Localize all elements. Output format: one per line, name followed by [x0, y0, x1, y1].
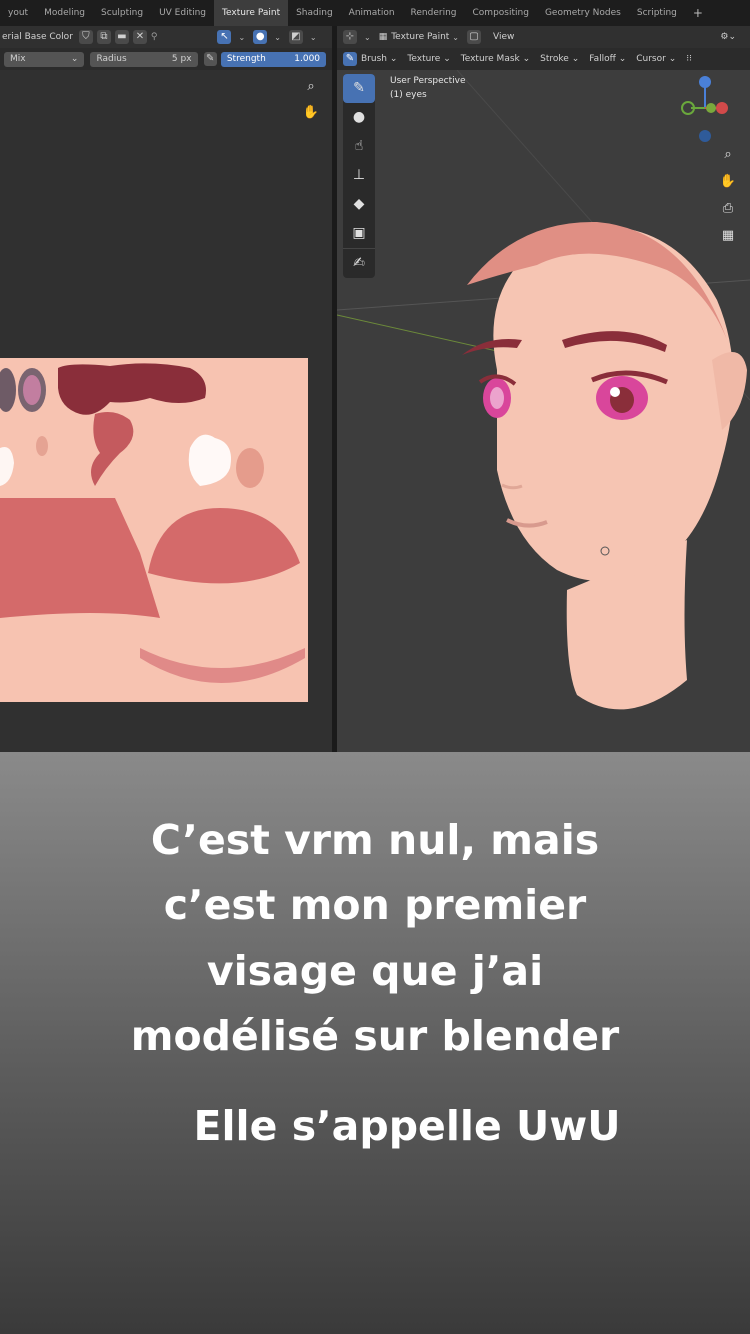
- material-slot-name[interactable]: erial Base Color: [0, 32, 73, 42]
- gizmo-toggle-icon[interactable]: ⚙⌄: [720, 32, 736, 42]
- view-menu[interactable]: View: [493, 32, 514, 42]
- strength-field[interactable]: Strength 1.000: [220, 51, 327, 67]
- image-editor-area[interactable]: ⌕ ✋: [0, 70, 332, 752]
- add-workspace-button[interactable]: +: [685, 0, 711, 26]
- caption-line-3: visage que j’ai: [206, 947, 544, 995]
- 3d-viewport[interactable]: ✎ ● ☝ ⊥ ◆ ▣ ✍ User Perspective (1) eyes …: [337, 70, 750, 752]
- tab-animation[interactable]: Animation: [341, 0, 403, 26]
- image-editor-header: erial Base Color ⛉ ⧉ ▬ ✕ ⚲ ↖ ⌄ ● ⌄ ◩ ⌄: [0, 26, 332, 48]
- chevron-down-icon[interactable]: ⌄: [238, 33, 245, 42]
- duplicate-icon[interactable]: ⧉: [96, 30, 111, 44]
- radius-value: 5 px: [171, 53, 192, 64]
- pin-icon[interactable]: ⚲: [151, 32, 158, 42]
- camera-icon[interactable]: ⎙: [717, 198, 739, 220]
- radius-label: Radius: [96, 53, 127, 64]
- magnifier-icon[interactable]: ⌕: [300, 76, 322, 98]
- chevron-down-icon[interactable]: ⌄: [310, 33, 317, 42]
- brush-icon[interactable]: ✎: [343, 52, 357, 66]
- mask-icon[interactable]: ◩: [288, 30, 303, 44]
- tab-rendering[interactable]: Rendering: [403, 0, 465, 26]
- grid-icon[interactable]: ▦: [717, 225, 739, 247]
- viewport-scene: [337, 70, 750, 710]
- texture-mask-menu[interactable]: Texture Mask ⌄: [461, 54, 530, 64]
- paint-mask-icon[interactable]: ▢: [467, 30, 481, 44]
- caption-line-1: C’est vrm nul, mais: [150, 816, 600, 864]
- close-icon[interactable]: ✕: [132, 30, 147, 44]
- shield-icon[interactable]: ⛉: [78, 30, 93, 44]
- viewport-header: ⊹ ⌄ ▦ Texture Paint ⌄ ▢ View ⚙⌄: [337, 26, 750, 48]
- tab-texture-paint[interactable]: Texture Paint: [214, 0, 289, 26]
- overlay-icon[interactable]: ●: [253, 30, 268, 44]
- chevron-down-icon[interactable]: ⌄: [274, 33, 281, 42]
- tab-modeling[interactable]: Modeling: [36, 0, 93, 26]
- chevron-down-icon[interactable]: ⌄: [364, 33, 371, 42]
- tool-shelf: ✎ ● ☝ ⊥ ◆ ▣ ✍: [343, 74, 375, 278]
- tab-shading[interactable]: Shading: [288, 0, 341, 26]
- falloff-menu[interactable]: Falloff ⌄: [589, 54, 626, 64]
- blender-screenshot: yout Modeling Sculpting UV Editing Textu…: [0, 0, 750, 752]
- stroke-menu[interactable]: Stroke ⌄: [540, 54, 579, 64]
- pressure-icon[interactable]: ✎: [203, 52, 217, 66]
- hand-icon[interactable]: ✋: [300, 102, 322, 124]
- mode-select[interactable]: Texture Paint: [391, 32, 449, 42]
- navigation-gizmo[interactable]: [667, 72, 737, 142]
- caption-line-2: c’est mon premier: [163, 881, 587, 929]
- editor-type-icon[interactable]: ⊹: [343, 30, 357, 44]
- smear-brush-icon[interactable]: ☝: [343, 132, 375, 161]
- tab-compositing[interactable]: Compositing: [465, 0, 537, 26]
- annotate-icon[interactable]: ✍: [343, 248, 375, 278]
- radius-field[interactable]: Radius 5 px: [90, 51, 198, 67]
- tab-geometry-nodes[interactable]: Geometry Nodes: [537, 0, 629, 26]
- blend-mode-value: Mix: [10, 53, 26, 64]
- brush-settings-row: Mix ⌄ Radius 5 px ✎ Strength 1.000: [0, 48, 332, 70]
- strength-value: 1.000: [294, 53, 321, 64]
- draw-brush-icon[interactable]: ✎: [343, 74, 375, 103]
- texture-image: [0, 358, 308, 702]
- soften-brush-icon[interactable]: ●: [343, 103, 375, 132]
- texture-menu[interactable]: Texture ⌄: [407, 54, 450, 64]
- mask-brush-icon[interactable]: ▣: [343, 219, 375, 248]
- tab-sculpting[interactable]: Sculpting: [93, 0, 151, 26]
- workspace-tabs: yout Modeling Sculpting UV Editing Textu…: [0, 0, 750, 26]
- hand-icon[interactable]: ✋: [717, 171, 739, 193]
- caption-line-4: modélisé sur blender: [130, 1012, 620, 1060]
- clone-brush-icon[interactable]: ⊥: [343, 161, 375, 190]
- folder-icon[interactable]: ▬: [114, 30, 129, 44]
- options-icon[interactable]: ⁝⁝: [686, 54, 692, 64]
- blend-mode-select[interactable]: Mix ⌄: [4, 51, 85, 67]
- tab-layout[interactable]: yout: [0, 0, 36, 26]
- fill-brush-icon[interactable]: ◆: [343, 190, 375, 219]
- strength-label: Strength: [226, 53, 266, 64]
- texture-paint-mode-icon: ▦: [378, 32, 388, 42]
- select-mode-icon[interactable]: ↖: [217, 30, 232, 44]
- active-object-label: (1) eyes: [390, 90, 427, 100]
- brush-menu[interactable]: Brush ⌄: [361, 54, 397, 64]
- story-caption: C’est vrm nul, mais c’est mon premier vi…: [0, 752, 750, 1334]
- chevron-down-icon[interactable]: ⌄: [452, 33, 459, 42]
- chevron-down-icon: ⌄: [70, 53, 79, 64]
- tab-scripting[interactable]: Scripting: [629, 0, 685, 26]
- caption-line-5: Elle s’appelle UwU: [193, 1102, 621, 1150]
- viewport-info: User Perspective (1) eyes: [390, 74, 466, 102]
- cursor-menu[interactable]: Cursor ⌄: [636, 54, 676, 64]
- tab-uv-editing[interactable]: UV Editing: [151, 0, 214, 26]
- perspective-label: User Perspective: [390, 76, 466, 86]
- magnifier-icon[interactable]: ⌕: [717, 144, 739, 166]
- tool-settings-row: ✎ Brush ⌄ Texture ⌄ Texture Mask ⌄ Strok…: [337, 48, 750, 70]
